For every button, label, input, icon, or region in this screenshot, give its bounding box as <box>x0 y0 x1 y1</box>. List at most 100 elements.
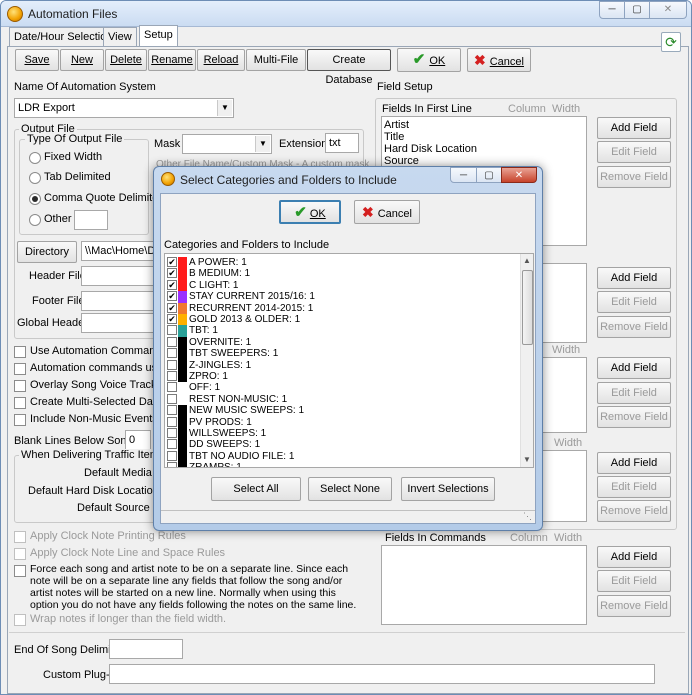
category-checkbox[interactable] <box>167 428 177 438</box>
create-database-button[interactable]: Create Database <box>307 49 391 86</box>
category-checkbox[interactable] <box>167 325 177 336</box>
list-item[interactable]: Hard Disk Location <box>384 143 477 155</box>
category-item[interactable]: ✔ C LIGHT: 1 <box>165 279 517 292</box>
include-non-music-checkbox[interactable] <box>14 414 26 426</box>
minimize-button[interactable]: ─ <box>599 1 625 19</box>
category-item[interactable]: OVERNITE: 1 <box>165 336 517 349</box>
create-multi-selected-checkbox[interactable] <box>14 397 26 409</box>
mask-select[interactable]: ▼ <box>182 134 272 154</box>
category-item[interactable]: ✔ GOLD 2013 & OLDER: 1 <box>165 314 517 326</box>
add-field-button[interactable]: Add Field <box>597 357 671 379</box>
tab-view[interactable]: View <box>103 27 137 47</box>
rename-button[interactable]: Rename <box>148 49 196 71</box>
radio-other[interactable] <box>29 214 41 226</box>
edit-field-button[interactable]: Edit Field <box>597 476 671 498</box>
remove-field-button[interactable]: Remove Field <box>597 595 671 617</box>
remove-field-button[interactable]: Remove Field <box>597 316 671 338</box>
category-item[interactable]: ✔ B MEDIUM: 1 <box>165 268 517 280</box>
category-item[interactable]: TBT NO AUDIO FILE: 1 <box>165 450 517 463</box>
dialog-minimize-button[interactable]: ─ <box>450 167 477 183</box>
category-checkbox[interactable] <box>167 439 177 450</box>
category-item[interactable]: REST NON-MUSIC: 1 <box>165 393 517 406</box>
category-item[interactable]: Z-JINGLES: 1 <box>165 359 517 371</box>
close-button[interactable]: ✕ <box>649 1 687 19</box>
category-checkbox[interactable] <box>167 371 177 381</box>
resize-grip-icon[interactable]: ⋱ <box>523 511 532 522</box>
category-checkbox[interactable] <box>167 382 177 393</box>
category-item[interactable]: TBT: 1 <box>165 325 517 337</box>
scrollbar[interactable]: ▲ ▼ <box>520 254 533 467</box>
category-item[interactable]: WILLSWEEPS: 1 <box>165 428 517 440</box>
category-checkbox[interactable]: ✔ <box>167 314 177 324</box>
edit-field-button[interactable]: Edit Field <box>597 141 671 163</box>
category-item[interactable]: OFF: 1 <box>165 382 517 394</box>
category-checkbox[interactable]: ✔ <box>167 257 177 267</box>
select-none-button[interactable]: Select None <box>308 477 392 501</box>
category-checkbox[interactable] <box>167 393 177 404</box>
radio-comma-quote-delimited[interactable] <box>29 193 41 205</box>
scroll-down-icon[interactable]: ▼ <box>523 455 531 464</box>
add-field-button[interactable]: Add Field <box>597 546 671 568</box>
dialog-ok-button[interactable]: ✔ OK <box>279 200 341 224</box>
category-item[interactable]: ✔ STAY CURRENT 2015/16: 1 <box>165 291 517 303</box>
maximize-button[interactable]: ▢ <box>624 1 650 19</box>
scroll-thumb[interactable] <box>522 270 533 345</box>
category-item[interactable]: ZPRO: 1 <box>165 371 517 383</box>
category-checkbox[interactable]: ✔ <box>167 291 177 302</box>
edit-field-button[interactable]: Edit Field <box>597 570 671 592</box>
category-item[interactable]: ✔ RECURRENT 2014-2015: 1 <box>165 302 517 314</box>
list-item[interactable]: Title <box>384 131 404 143</box>
category-checkbox[interactable] <box>167 416 177 427</box>
ok-button[interactable]: ✔ OK <box>397 48 461 72</box>
category-item[interactable]: PV PRODS: 1 <box>165 416 517 428</box>
add-field-button[interactable]: Add Field <box>597 267 671 289</box>
automation-system-select[interactable]: LDR Export ▼ <box>14 98 234 118</box>
fields-list-2[interactable] <box>541 263 587 343</box>
new-button[interactable]: New <box>60 49 104 71</box>
cancel-button[interactable]: ✖ Cancel <box>467 48 531 72</box>
select-all-button[interactable]: Select All <box>211 477 301 501</box>
use-automation-command-checkbox[interactable] <box>14 346 26 358</box>
scroll-up-icon[interactable]: ▲ <box>523 256 531 265</box>
edit-field-button[interactable]: Edit Field <box>597 382 671 404</box>
overlay-song-voice-checkbox[interactable] <box>14 380 26 392</box>
apply-clock-spacing-checkbox[interactable] <box>14 548 26 560</box>
category-checkbox[interactable]: ✔ <box>167 268 177 279</box>
category-checkbox[interactable]: ✔ <box>167 279 177 290</box>
tab-setup[interactable]: Setup <box>139 25 178 47</box>
radio-tab-delimited[interactable] <box>29 172 41 184</box>
category-item[interactable]: TBT SWEEPERS: 1 <box>165 348 517 360</box>
category-item[interactable]: ✔ A POWER: 1 <box>165 257 517 269</box>
fields-list-4[interactable] <box>541 450 587 522</box>
remove-field-button[interactable]: Remove Field <box>597 500 671 522</box>
save-button[interactable]: Save <box>15 49 59 71</box>
category-checkbox[interactable] <box>167 336 177 347</box>
category-checkbox[interactable] <box>167 462 177 467</box>
reload-button[interactable]: Reload <box>197 49 245 71</box>
category-checkbox[interactable] <box>167 359 177 370</box>
automation-commands-checkbox[interactable] <box>14 363 26 375</box>
wrap-notes-checkbox[interactable] <box>14 614 26 626</box>
force-note-checkbox[interactable] <box>14 565 26 577</box>
categories-list[interactable]: ✔ A POWER: 1 ✔ B MEDIUM: 1 ✔ C LIGHT: 1 ✔ STAY … <box>164 253 534 468</box>
command-fields-list[interactable] <box>381 545 587 625</box>
category-item[interactable]: DD SWEEPS: 1 <box>165 439 517 451</box>
category-checkbox[interactable] <box>167 405 177 416</box>
extension-input[interactable]: txt <box>325 133 359 153</box>
apply-clock-printing-checkbox[interactable] <box>14 531 26 543</box>
remove-field-button[interactable]: Remove Field <box>597 166 671 188</box>
list-item[interactable]: Artist <box>384 119 409 131</box>
tab-date-hour-selection[interactable]: Date/Hour Selection <box>9 27 118 47</box>
end-song-input[interactable] <box>109 639 183 659</box>
add-field-button[interactable]: Add Field <box>597 117 671 139</box>
refresh-icon[interactable]: ⟳ <box>661 32 681 52</box>
category-item[interactable]: NEW MUSIC SWEEPS: 1 <box>165 405 517 417</box>
edit-field-button[interactable]: Edit Field <box>597 291 671 313</box>
radio-fixed-width[interactable] <box>29 152 41 164</box>
category-checkbox[interactable] <box>167 348 177 359</box>
delete-button[interactable]: Delete <box>105 49 147 71</box>
custom-plugin-input[interactable] <box>109 664 655 684</box>
blank-lines-stepper[interactable]: 0 <box>125 430 151 450</box>
other-extension-input[interactable] <box>74 210 108 230</box>
category-checkbox[interactable] <box>167 450 177 461</box>
